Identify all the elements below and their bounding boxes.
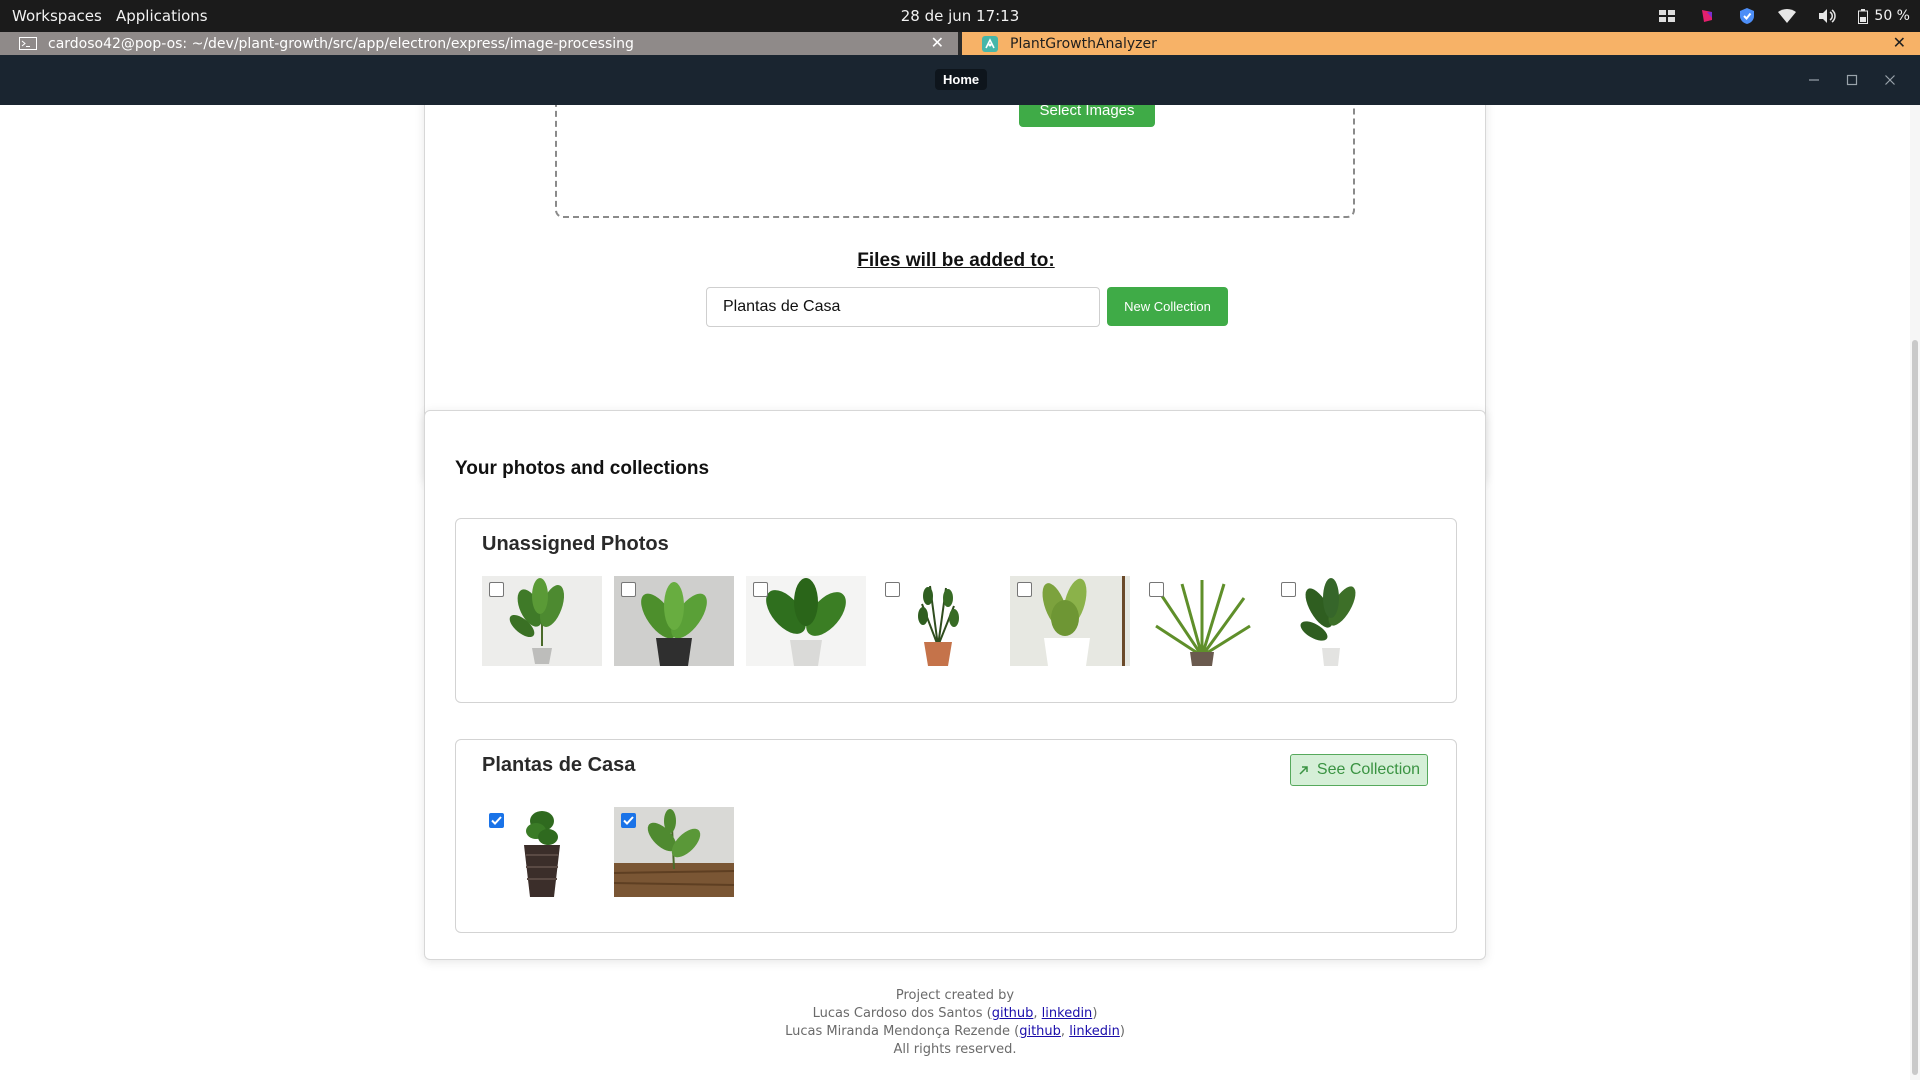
author-2-name: Lucas Miranda Mendonça Rezende <box>785 1024 1010 1039</box>
battery-icon <box>1858 8 1869 24</box>
tab-app-title: PlantGrowthAnalyzer <box>1010 35 1157 52</box>
battery-percentage: 50 % <box>1874 8 1910 24</box>
photo-thumbnail[interactable] <box>614 807 734 897</box>
shield-icon[interactable] <box>1738 7 1756 25</box>
app-icon <box>980 35 1000 52</box>
system-tray: 50 % <box>1658 0 1910 32</box>
collection-group: Plantas de Casa See Collection <box>455 739 1457 933</box>
unassigned-thumbnails <box>482 576 1394 666</box>
photo-thumbnail[interactable] <box>746 576 866 666</box>
photo-checkbox[interactable] <box>1017 582 1032 597</box>
photo-checkbox[interactable] <box>1149 582 1164 597</box>
photo-thumbnail[interactable] <box>482 807 602 897</box>
main-content: Select Images Files will be added to: Ne… <box>0 105 1920 1080</box>
photo-thumbnail[interactable] <box>1010 576 1130 666</box>
author-2-github-link[interactable]: github <box>1019 1024 1061 1039</box>
new-collection-button[interactable]: New Collection <box>1107 287 1228 326</box>
photo-thumbnail[interactable] <box>1274 576 1394 666</box>
window-tab-strip: cardoso42@pop-os: ~/dev/plant-growth/src… <box>0 32 1920 55</box>
author-1-name: Lucas Cardoso dos Santos <box>812 1006 983 1021</box>
arrow-up-right-icon <box>1299 765 1308 775</box>
section-title: Your photos and collections <box>455 458 710 479</box>
photo-thumbnail[interactable] <box>878 576 998 666</box>
select-images-button[interactable]: Select Images <box>1019 105 1155 127</box>
maximize-icon[interactable] <box>1840 68 1864 92</box>
photo-thumbnail[interactable] <box>482 576 602 666</box>
collection-name-input[interactable] <box>706 287 1100 327</box>
layout-icon[interactable] <box>1658 7 1676 25</box>
footer: Project created by Lucas Cardoso dos San… <box>0 987 1910 1059</box>
clock-text[interactable]: 28 de jun 17:13 <box>901 7 1020 25</box>
scrollbar-thumb[interactable] <box>1912 340 1918 1075</box>
photo-thumbnail[interactable] <box>1142 576 1262 666</box>
footer-rights: All rights reserved. <box>893 1042 1017 1057</box>
clock: 28 de jun 17:13 <box>0 0 1920 32</box>
footer-created-by: Project created by <box>895 988 1015 1003</box>
photos-collections-card: Your photos and collections Unassigned P… <box>424 410 1486 960</box>
volume-icon[interactable] <box>1818 7 1837 25</box>
see-collection-button[interactable]: See Collection <box>1290 754 1428 786</box>
footer-author-2: Lucas Miranda Mendonça Rezende (github, … <box>785 1024 1125 1039</box>
author-2-linkedin-link[interactable]: linkedin <box>1069 1024 1120 1039</box>
collection-title: Plantas de Casa <box>482 754 636 776</box>
colorful-app-icon[interactable] <box>1698 7 1716 25</box>
unassigned-photos-title: Unassigned Photos <box>482 533 669 555</box>
image-dropzone[interactable]: Select Images <box>555 105 1355 218</box>
see-collection-label: See Collection <box>1316 761 1421 778</box>
tab-plant-growth-analyzer[interactable]: PlantGrowthAnalyzer ✕ <box>962 32 1920 55</box>
minimize-icon[interactable] <box>1802 68 1826 92</box>
files-destination-heading: Files will be added to: <box>857 250 1055 271</box>
close-icon[interactable]: ✕ <box>1893 33 1906 52</box>
checkmark-icon <box>491 816 502 825</box>
photo-checkbox[interactable] <box>885 582 900 597</box>
workspaces-menu[interactable]: Workspaces <box>12 0 102 32</box>
photo-checkbox[interactable] <box>621 582 636 597</box>
photo-checkbox[interactable] <box>489 582 504 597</box>
photo-checkbox[interactable] <box>753 582 768 597</box>
photo-thumbnail[interactable] <box>614 576 734 666</box>
unassigned-photos-group: Unassigned Photos <box>455 518 1457 703</box>
footer-author-1: Lucas Cardoso dos Santos (github, linked… <box>812 1006 1098 1021</box>
applications-menu[interactable]: Applications <box>116 0 208 32</box>
close-window-icon[interactable] <box>1878 68 1902 92</box>
checkmark-icon <box>623 816 634 825</box>
app-title-bar: Home <box>0 55 1920 105</box>
photo-checkbox-checked[interactable] <box>621 813 636 828</box>
author-1-linkedin-link[interactable]: linkedin <box>1042 1006 1093 1021</box>
vertical-scrollbar[interactable] <box>1910 105 1920 1080</box>
collection-thumbnails <box>482 807 734 897</box>
wifi-icon[interactable] <box>1778 7 1797 25</box>
home-nav-button[interactable]: Home <box>935 69 988 90</box>
os-top-bar: Workspaces Applications 28 de jun 17:13 … <box>0 0 1920 32</box>
battery-indicator[interactable]: 50 % <box>1858 8 1910 24</box>
tab-terminal-title: cardoso42@pop-os: ~/dev/plant-growth/src… <box>48 35 634 52</box>
photo-checkbox[interactable] <box>1281 582 1296 597</box>
tab-terminal[interactable]: cardoso42@pop-os: ~/dev/plant-growth/src… <box>0 32 960 55</box>
terminal-icon <box>18 37 38 51</box>
photo-checkbox-checked[interactable] <box>489 813 504 828</box>
author-1-github-link[interactable]: github <box>992 1006 1034 1021</box>
close-icon[interactable]: ✕ <box>931 33 944 52</box>
